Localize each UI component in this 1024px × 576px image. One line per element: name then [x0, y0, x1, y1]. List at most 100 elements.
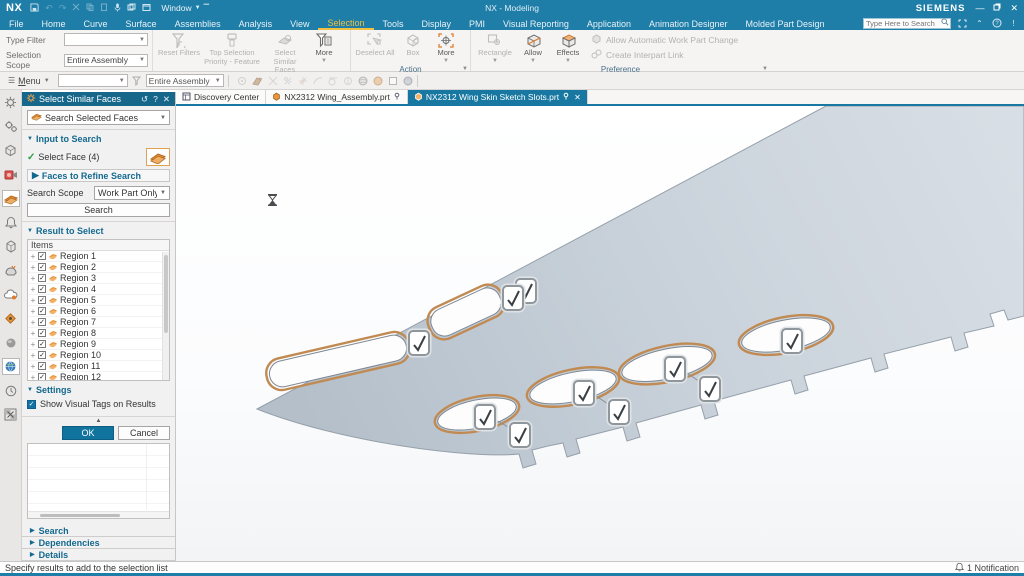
filter-more-button[interactable]: More▼	[309, 31, 339, 75]
select-similar-faces-rail-icon[interactable]	[2, 190, 20, 207]
minimize-button[interactable]: —	[975, 3, 984, 14]
snap-center-icon[interactable]	[283, 76, 293, 86]
command-search[interactable]	[863, 18, 951, 29]
visual-tag-checkbox[interactable]	[609, 400, 629, 424]
reset-filters-button[interactable]: Reset Filters	[157, 31, 201, 75]
select-face-button[interactable]	[146, 148, 170, 166]
results-scrollbar[interactable]	[162, 252, 169, 380]
cut-icon[interactable]	[72, 3, 80, 13]
items-column-header[interactable]: Items	[28, 240, 169, 251]
region-row[interactable]: +✓Region 4	[28, 284, 169, 295]
tab-wing-assembly[interactable]: NX2312 Wing_Assembly.prt	[266, 90, 408, 104]
ok-button[interactable]: OK	[62, 426, 114, 440]
touch-mode-icon[interactable]	[127, 3, 136, 14]
search-input[interactable]	[864, 19, 940, 28]
snap-point-icon[interactable]	[237, 76, 247, 86]
help-icon[interactable]: ?	[991, 18, 1002, 29]
menu-button[interactable]: ☰ MMenuenu▼	[4, 76, 54, 86]
tab-close-icon[interactable]: ✕	[573, 93, 581, 102]
notification-area[interactable]: 1 Notification	[955, 562, 1019, 574]
visual-tag-checkbox[interactable]	[510, 423, 530, 447]
undo-icon[interactable]: ↶	[45, 3, 53, 14]
visual-tag-checkbox[interactable]	[503, 286, 523, 310]
search-button[interactable]: Search	[27, 203, 170, 217]
region-row[interactable]: +✓Region 9	[28, 339, 169, 350]
dialog-header[interactable]: Select Similar Faces ↺ ? ✕	[22, 92, 175, 106]
snap-end-icon[interactable]	[252, 76, 263, 86]
minimize-ribbon-icon[interactable]: ⌃	[974, 18, 985, 29]
region-row[interactable]: +✓Region 2	[28, 262, 169, 273]
save-icon[interactable]	[30, 3, 39, 14]
region-row[interactable]: +✓Region 10	[28, 350, 169, 361]
tab-analysis[interactable]: Analysis	[230, 16, 282, 30]
tab-tools[interactable]: Tools	[374, 16, 413, 30]
tab-curve[interactable]: Curve	[75, 16, 117, 30]
rectangle-button[interactable]: Rectangle▼	[475, 31, 515, 65]
search-mode-dropdown[interactable]: Search Selected Faces▼	[27, 110, 170, 125]
voice-command-icon[interactable]	[114, 3, 121, 14]
create-interpart-link-button[interactable]: Create Interpart Link	[591, 49, 738, 61]
copy-icon[interactable]	[86, 3, 94, 13]
window-menu[interactable]: Window▼▔	[161, 3, 209, 13]
visual-tag-checkbox[interactable]	[475, 405, 495, 429]
tab-selection[interactable]: Selection	[318, 16, 373, 30]
diamond-icon[interactable]	[2, 310, 20, 327]
window-icon[interactable]	[142, 3, 151, 14]
close-button[interactable]: ✕	[1010, 3, 1018, 14]
gears-icon[interactable]	[2, 118, 20, 135]
effects-button[interactable]: Effects▼	[551, 31, 585, 65]
snap-mid-icon[interactable]	[268, 76, 278, 86]
preference-group-launcher[interactable]: ▼	[762, 66, 768, 72]
snap-intersection-icon[interactable]	[298, 76, 308, 86]
visual-tag-checkbox[interactable]	[574, 381, 594, 405]
snap-face-icon[interactable]	[403, 76, 413, 86]
tab-pmi[interactable]: PMI	[460, 16, 494, 30]
gear-icon[interactable]	[2, 94, 20, 111]
details-section[interactable]: ▶Details	[22, 549, 175, 561]
deselect-all-button[interactable]: Deselect All	[355, 31, 395, 65]
result-to-select-section[interactable]: ▼Result to Select	[27, 225, 170, 238]
action-group-launcher[interactable]: ▼	[462, 66, 468, 72]
tab-surface[interactable]: Surface	[117, 16, 166, 30]
movie-camera-icon[interactable]	[2, 166, 20, 183]
type-filter-combo[interactable]: ▼	[64, 33, 148, 46]
visual-tag-checkbox[interactable]	[782, 329, 802, 353]
tab-application[interactable]: Application	[578, 16, 640, 30]
cloud-icon[interactable]	[2, 286, 20, 303]
snap-arc-icon[interactable]	[313, 76, 323, 86]
notifications-icon[interactable]: !	[1008, 18, 1019, 29]
selection-filter-icon[interactable]	[132, 76, 142, 86]
scope-combo[interactable]: Entire Assembly▼	[146, 74, 224, 87]
region-row[interactable]: +✓Region 11	[28, 361, 169, 372]
measure-spark-icon[interactable]	[2, 262, 20, 279]
action-more-button[interactable]: More▼	[431, 31, 461, 65]
wing-skin-sheet[interactable]	[257, 106, 1024, 468]
region-row[interactable]: +✓Region 5	[28, 295, 169, 306]
redo-icon[interactable]: ↷	[59, 3, 67, 14]
tab-assemblies[interactable]: Assemblies	[166, 16, 230, 30]
snap-plane-icon[interactable]	[388, 76, 398, 86]
faces-to-refine-section[interactable]: ▶Faces to Refine Search	[27, 169, 170, 182]
region-row[interactable]: +✓Region 8	[28, 328, 169, 339]
tab-file[interactable]: File	[0, 16, 33, 30]
pin-icon[interactable]	[393, 92, 401, 102]
selection-list-hscrollbar[interactable]	[28, 511, 169, 518]
transform-checker-icon[interactable]	[2, 406, 20, 423]
part-stack-icon[interactable]	[2, 142, 20, 159]
snap-quadrant-icon[interactable]	[343, 76, 353, 86]
clock-icon[interactable]	[2, 382, 20, 399]
tab-visual-reporting[interactable]: Visual Reporting	[494, 16, 578, 30]
box-select-button[interactable]: Box	[397, 31, 429, 65]
dependencies-section[interactable]: ▶Dependencies	[22, 537, 175, 549]
settings-section[interactable]: ▼Settings	[27, 384, 170, 397]
dialog-reset-icon[interactable]: ↺	[140, 94, 149, 105]
graphics-viewport[interactable]	[176, 106, 1024, 561]
globe-icon[interactable]	[2, 358, 20, 375]
sphere-icon[interactable]	[2, 334, 20, 351]
dialog-collapse-arrow[interactable]: ▲	[27, 417, 170, 426]
bell-icon[interactable]	[2, 214, 20, 231]
input-to-search-section[interactable]: ▼Input to Search	[27, 133, 170, 146]
selection-list[interactable]	[27, 443, 170, 519]
visual-tag-checkbox[interactable]	[700, 377, 720, 401]
visual-tag-checkbox[interactable]	[409, 331, 429, 355]
